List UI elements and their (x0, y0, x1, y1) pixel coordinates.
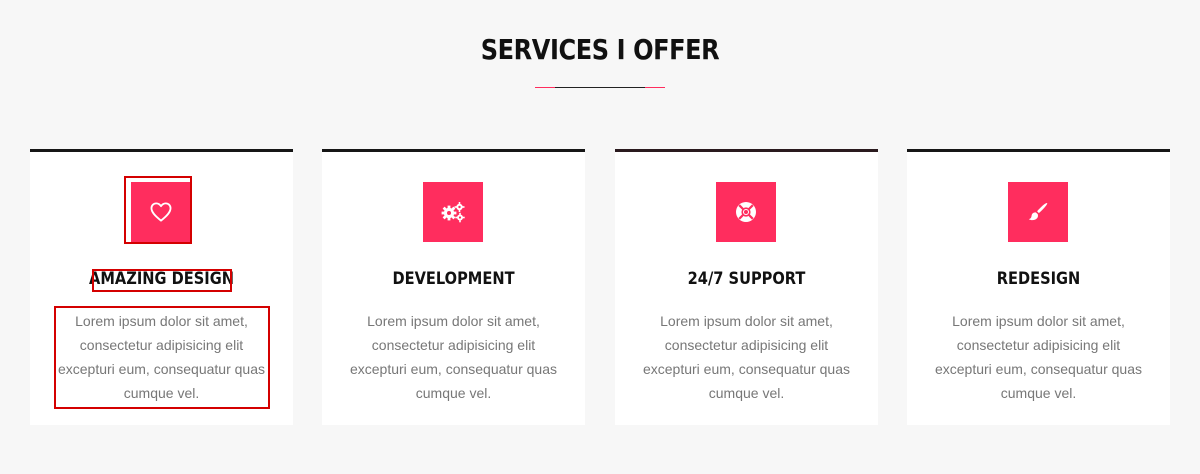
service-icon-box[interactable] (1008, 182, 1068, 242)
underline-center (555, 87, 645, 88)
lifebuoy-icon (736, 202, 756, 222)
service-description: Lorem ipsum dolor sit amet, consectetur … (934, 313, 1142, 401)
service-title: 24/7 SUPPORT (687, 269, 806, 289)
highlight-box-title (92, 269, 232, 292)
highlight-box-icon (124, 176, 192, 244)
service-title: DEVELOPMENT (392, 269, 515, 289)
section-title: SERVICES I OFFER (480, 33, 720, 66)
underline-accent-right (645, 87, 665, 88)
service-card-redesign: REDESIGN Lorem ipsum dolor sit amet, con… (907, 149, 1170, 425)
service-card-support: 24/7 SUPPORT Lorem ipsum dolor sit amet,… (615, 149, 878, 425)
service-icon-box[interactable] (716, 182, 776, 242)
service-title: REDESIGN (996, 269, 1081, 289)
service-card-development: DEVELOPMENT Lorem ipsum dolor sit amet, … (322, 149, 585, 425)
highlight-box-description (54, 306, 270, 409)
paintbrush-icon (1028, 202, 1048, 221)
underline-accent-left (535, 87, 555, 88)
gears-icon (441, 202, 465, 223)
service-icon-box[interactable] (423, 182, 483, 242)
title-underline (535, 87, 665, 89)
service-description: Lorem ipsum dolor sit amet, consectetur … (349, 313, 557, 401)
service-card-amazing-design: AMAZING DESIGN Lorem ipsum dolor sit ame… (30, 149, 293, 425)
service-description: Lorem ipsum dolor sit amet, consectetur … (642, 313, 850, 401)
